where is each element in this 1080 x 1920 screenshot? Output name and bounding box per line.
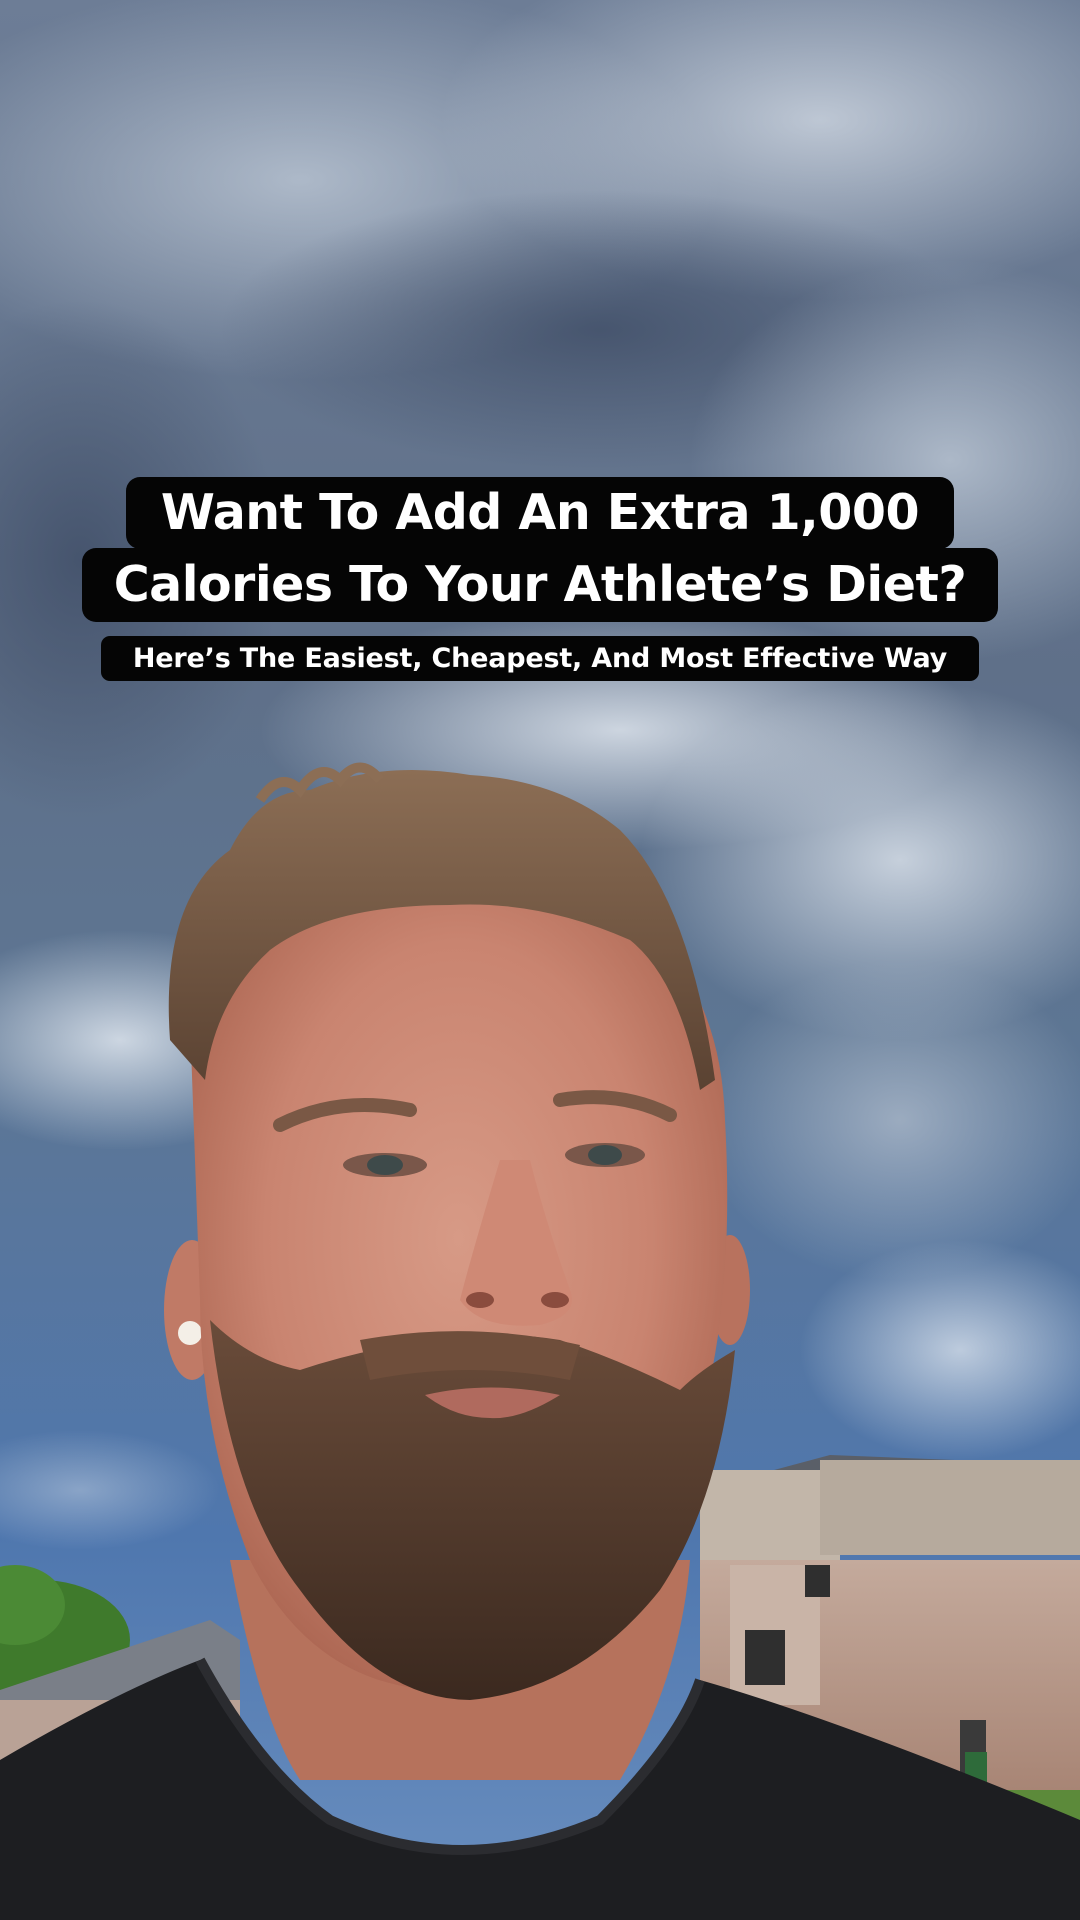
video-frame[interactable]: Want To Add An Extra 1,000 Calories To Y… — [0, 0, 1080, 1920]
caption-title-line-2: Calories To Your Athlete’s Diet? — [82, 548, 998, 622]
caption-overlay: Want To Add An Extra 1,000 Calories To Y… — [0, 0, 1080, 1920]
caption-subtitle: Here’s The Easiest, Cheapest, And Most E… — [101, 636, 979, 681]
caption-title-line-1: Want To Add An Extra 1,000 — [126, 477, 954, 549]
